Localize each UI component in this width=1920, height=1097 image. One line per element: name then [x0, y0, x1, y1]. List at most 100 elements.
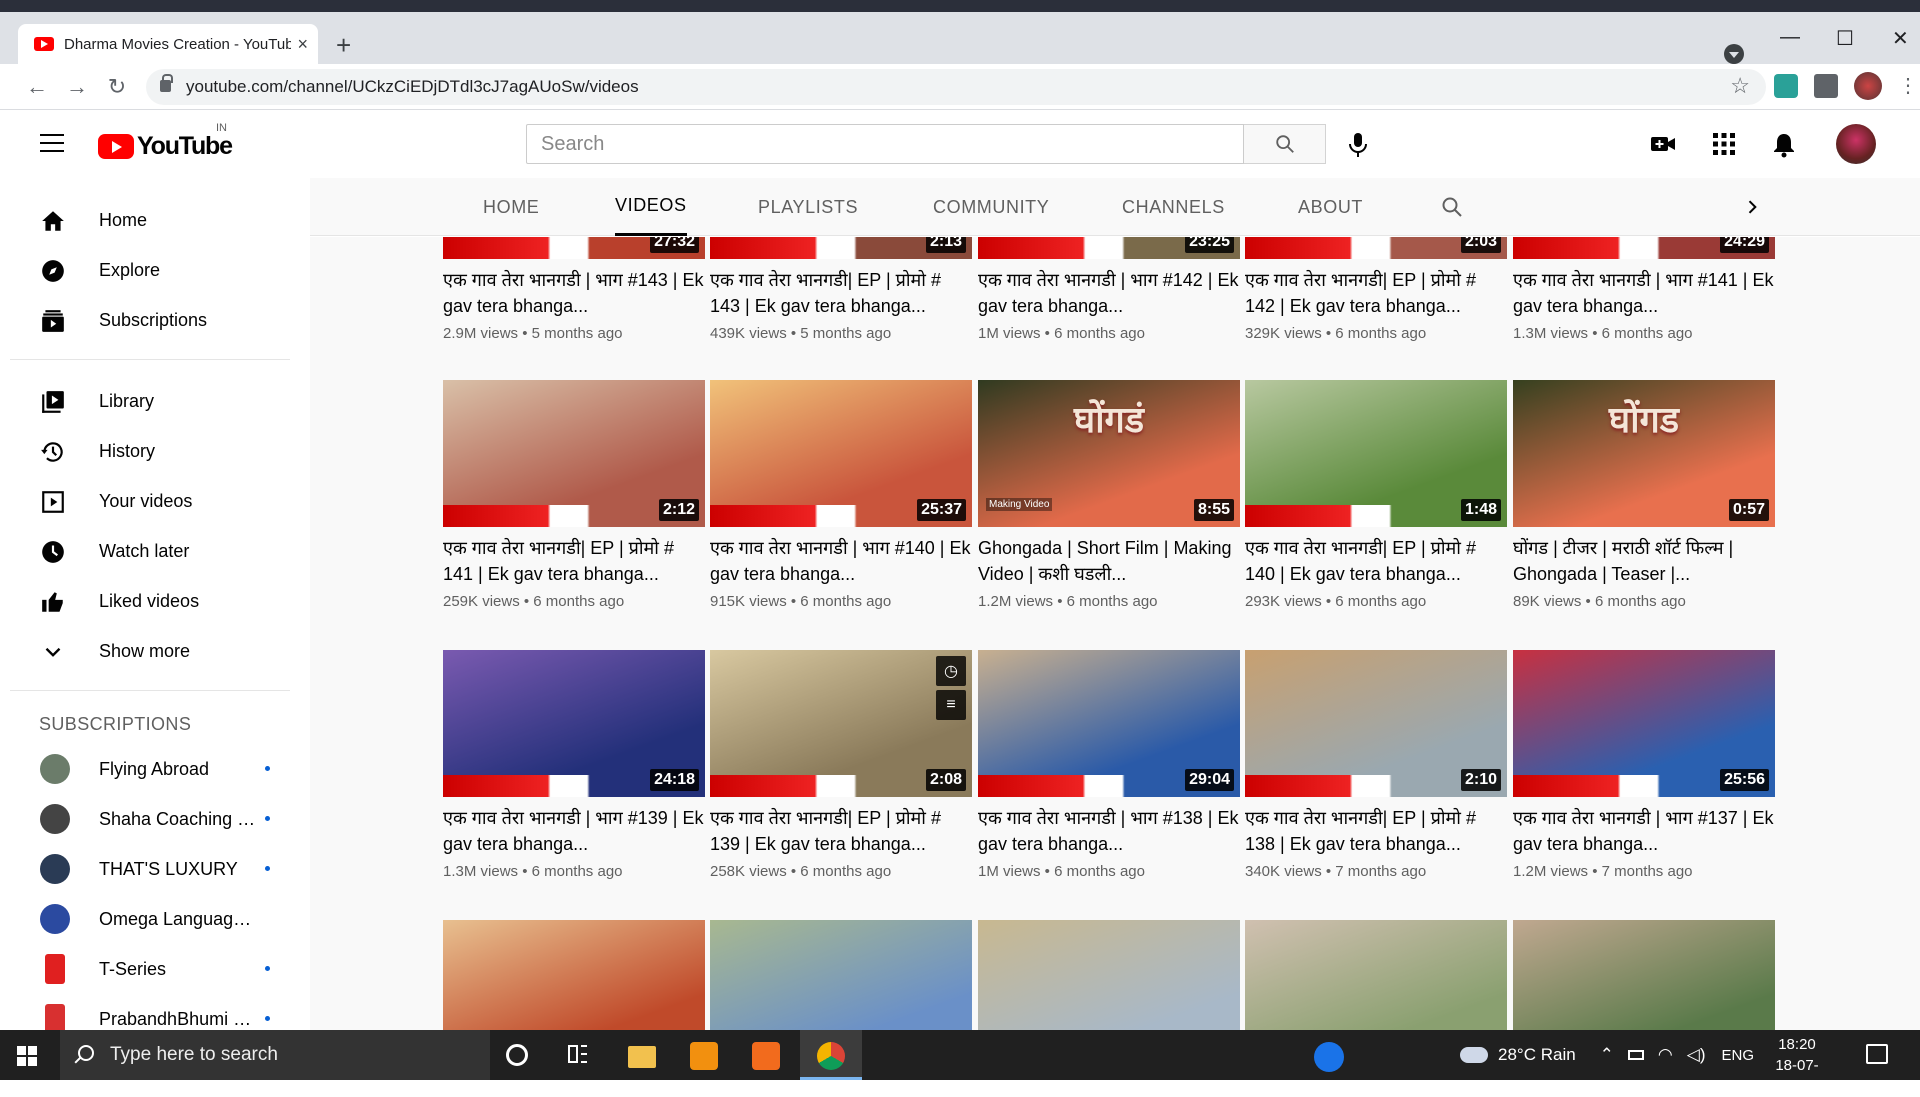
- video-thumbnail[interactable]: [710, 920, 972, 1030]
- video-thumbnail[interactable]: 1:48: [1245, 380, 1507, 527]
- video-thumbnail[interactable]: 24:18: [443, 650, 705, 797]
- video-title[interactable]: एक गाव तेरा भानगडी| EP | प्रोमो # 141 | …: [443, 535, 705, 587]
- watch-later-icon[interactable]: ◷: [936, 656, 966, 686]
- tab-community[interactable]: COMMUNITY: [933, 178, 1049, 236]
- video-title[interactable]: एक गाव तेरा भानगडी | भाग #142 | Ek gav t…: [978, 267, 1240, 319]
- video-title[interactable]: एक गाव तेरा भानगडी | भाग #140 | Ek gav t…: [710, 535, 972, 587]
- sidebar-item-explore[interactable]: Explore: [0, 245, 300, 295]
- tab-close-icon[interactable]: ×: [297, 34, 308, 55]
- video-card[interactable]: 27:32 एक गाव तेरा भानगडी | भाग #143 | Ek …: [443, 237, 705, 342]
- forward-icon[interactable]: →: [62, 72, 92, 102]
- video-thumbnail[interactable]: [978, 920, 1240, 1030]
- video-title[interactable]: एक गाव तेरा भानगडी| EP | प्रोमो # 139 | …: [710, 805, 972, 857]
- video-card[interactable]: 24:18 एक गाव तेरा भानगडी | भाग #139 | Ek …: [443, 650, 705, 880]
- sidebar-item-show-more[interactable]: Show more: [0, 626, 300, 676]
- video-card[interactable]: [1245, 920, 1507, 1030]
- browser-tab[interactable]: Dharma Movies Creation - YouTube ×: [18, 24, 318, 64]
- sidebar-item-subscriptions[interactable]: Subscriptions: [0, 295, 300, 345]
- video-title[interactable]: एक गाव तेरा भानगडी| EP | प्रोमो # 140 | …: [1245, 535, 1507, 587]
- hamburger-menu-icon[interactable]: [40, 134, 64, 152]
- taskbar-search-input[interactable]: Type here to search: [60, 1030, 490, 1080]
- apps-button[interactable]: [1712, 132, 1736, 156]
- video-card[interactable]: घोंगडं Making Video 8:55 Ghongada | Short F…: [978, 380, 1240, 610]
- video-thumbnail[interactable]: 2:12: [443, 380, 705, 527]
- video-thumbnail[interactable]: 25:37: [710, 380, 972, 527]
- notifications-button[interactable]: [1772, 132, 1796, 158]
- tab-search-icon[interactable]: [1724, 44, 1744, 64]
- reload-icon[interactable]: ↻: [102, 72, 132, 102]
- task-view-icon[interactable]: [566, 1042, 594, 1070]
- video-card[interactable]: 2:10 एक गाव तेरा भानगडी| EP | प्रोमो # 13…: [1245, 650, 1507, 880]
- sidebar-item-liked-videos[interactable]: Liked videos: [0, 576, 300, 626]
- video-card[interactable]: 25:37 एक गाव तेरा भानगडी | भाग #140 | Ek …: [710, 380, 972, 610]
- chrome-taskbar-button[interactable]: [800, 1030, 862, 1080]
- subscription-item[interactable]: PrabandhBhumi N...: [0, 994, 300, 1030]
- battery-icon[interactable]: [1627, 1050, 1644, 1060]
- tab-about[interactable]: ABOUT: [1298, 178, 1363, 236]
- video-thumbnail[interactable]: [443, 920, 705, 1030]
- show-hidden-icons[interactable]: ⌃: [1600, 1045, 1614, 1065]
- video-thumbnail[interactable]: 2:10: [1245, 650, 1507, 797]
- video-title[interactable]: एक गाव तेरा भानगडी | भाग #141 | Ek gav t…: [1513, 267, 1775, 319]
- youtube-logo[interactable]: YouTube IN: [98, 122, 233, 161]
- close-window-button[interactable]: ✕: [1892, 26, 1909, 51]
- sidebar-item-home[interactable]: Home: [0, 195, 300, 245]
- volume-icon[interactable]: ◁): [1687, 1045, 1706, 1065]
- sidebar-item-your-videos[interactable]: Your videos: [0, 476, 300, 526]
- puzzle-extensions-icon[interactable]: [1814, 74, 1838, 98]
- video-thumbnail[interactable]: [1513, 920, 1775, 1030]
- subscription-item[interactable]: Flying Abroad: [0, 744, 300, 794]
- new-tab-button[interactable]: +: [336, 32, 351, 58]
- tabs-scroll-right-button[interactable]: [1742, 178, 1762, 236]
- video-card[interactable]: 1:48 एक गाव तेरा भानगडी| EP | प्रोमो # 14…: [1245, 380, 1507, 610]
- video-thumbnail[interactable]: घोंगडं Making Video 8:55: [978, 380, 1240, 527]
- cortana-icon[interactable]: [506, 1044, 528, 1066]
- video-thumbnail[interactable]: 2:08 ◷ ≡: [710, 650, 972, 797]
- video-title[interactable]: एक गाव तेरा भानगडी| EP | प्रोमो # 143 | …: [710, 267, 972, 319]
- url-field[interactable]: youtube.com/channel/UCkzCiEDjDTdl3cJ7agA…: [146, 69, 1766, 105]
- menu-kebab-icon[interactable]: ⋮: [1898, 74, 1918, 98]
- video-card[interactable]: 23:25 एक गाव तेरा भानगडी | भाग #142 | Ek …: [978, 237, 1240, 342]
- video-thumbnail[interactable]: 29:04: [978, 650, 1240, 797]
- video-thumbnail[interactable]: 2:13: [710, 237, 972, 259]
- video-card[interactable]: 25:56 एक गाव तेरा भानगडी | भाग #137 | Ek …: [1513, 650, 1775, 880]
- maximize-button[interactable]: ☐: [1836, 26, 1854, 51]
- sublime-text-icon[interactable]: [690, 1042, 718, 1070]
- help-icon[interactable]: [1314, 1042, 1344, 1072]
- extension-icon[interactable]: [1774, 74, 1798, 98]
- file-explorer-icon[interactable]: [628, 1046, 656, 1068]
- video-title[interactable]: Ghongada | Short Film | Making Video | क…: [978, 535, 1240, 587]
- taskbar-clock[interactable]: 18:20 18-07-2021: [1762, 1034, 1832, 1097]
- video-thumbnail[interactable]: 23:25: [978, 237, 1240, 259]
- add-to-queue-icon[interactable]: ≡: [936, 690, 966, 720]
- video-thumbnail[interactable]: 2:03: [1245, 237, 1507, 259]
- weather-text[interactable]: 28°C Rain: [1498, 1045, 1576, 1065]
- video-title[interactable]: घोंगड | टीजर | मराठी शॉर्ट फिल्म | Ghong…: [1513, 535, 1775, 587]
- video-card[interactable]: 2:08 ◷ ≡ एक गाव तेरा भानगडी| EP | प्रोमो # …: [710, 650, 972, 880]
- video-thumbnail[interactable]: [1245, 920, 1507, 1030]
- video-title[interactable]: एक गाव तेरा भानगडी | भाग #143 | Ek gav t…: [443, 267, 705, 319]
- video-card[interactable]: 2:13 एक गाव तेरा भानगडी| EP | प्रोमो # 14…: [710, 237, 972, 342]
- subscription-item[interactable]: THAT'S LUXURY: [0, 844, 300, 894]
- video-card[interactable]: 2:03 एक गाव तेरा भानगडी| EP | प्रोमो # 14…: [1245, 237, 1507, 342]
- video-card[interactable]: 24:29 एक गाव तेरा भानगडी | भाग #141 | Ek …: [1513, 237, 1775, 342]
- create-video-button[interactable]: [1650, 132, 1676, 156]
- bookmark-star-icon[interactable]: ☆: [1730, 73, 1750, 99]
- sidebar-item-history[interactable]: History: [0, 426, 300, 476]
- voice-search-button[interactable]: [1346, 132, 1370, 158]
- video-card[interactable]: [443, 920, 705, 1030]
- notification-center-icon[interactable]: [1866, 1044, 1888, 1064]
- network-icon[interactable]: ◠: [1658, 1045, 1673, 1065]
- search-button[interactable]: [1244, 124, 1326, 164]
- account-avatar[interactable]: [1836, 124, 1876, 164]
- windows-start-icon[interactable]: [17, 1046, 37, 1066]
- video-card[interactable]: घोंगड 0:57 घोंगड | टीजर | मराठी शॉर्ट फिल्…: [1513, 380, 1775, 610]
- app-icon[interactable]: [752, 1042, 780, 1070]
- subscription-item[interactable]: Shaha Coaching C...: [0, 794, 300, 844]
- video-title[interactable]: एक गाव तेरा भानगडी | भाग #139 | Ek gav t…: [443, 805, 705, 857]
- subscription-item[interactable]: T-Series: [0, 944, 300, 994]
- video-title[interactable]: एक गाव तेरा भानगडी | भाग #137 | Ek gav t…: [1513, 805, 1775, 857]
- video-thumbnail[interactable]: 27:32: [443, 237, 705, 259]
- video-thumbnail[interactable]: 25:56: [1513, 650, 1775, 797]
- tab-playlists[interactable]: PLAYLISTS: [758, 178, 858, 236]
